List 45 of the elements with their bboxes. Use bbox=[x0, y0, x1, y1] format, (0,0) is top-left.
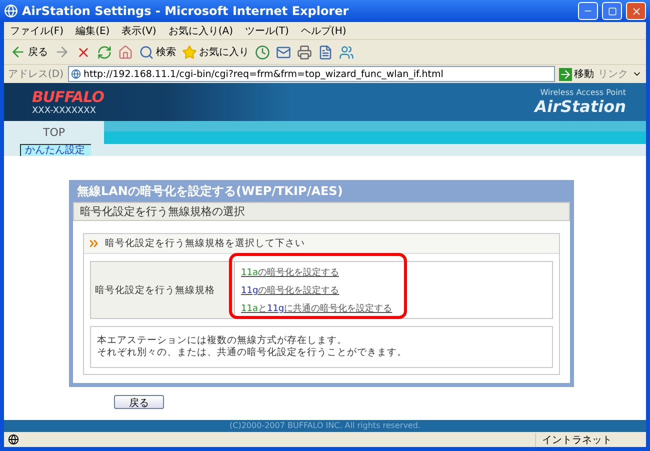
maximize-icon bbox=[608, 6, 616, 16]
close-icon bbox=[630, 6, 642, 16]
favorites-button[interactable]: お気に入り bbox=[182, 44, 249, 60]
page-icon bbox=[70, 69, 81, 79]
model-name: XXX-XXXXXXX bbox=[32, 106, 96, 116]
back-button[interactable]: 戻る bbox=[114, 395, 164, 409]
panel-title: 無線LANの暗号化を設定する(WEP/TKIP/AES) bbox=[73, 180, 570, 202]
menu-item[interactable]: ツール(T) bbox=[245, 24, 289, 38]
double-chevron-icon bbox=[90, 240, 99, 247]
search-icon bbox=[139, 44, 154, 60]
logo: BUFFALO bbox=[32, 88, 104, 106]
subnav-link[interactable]: かんたん設定 bbox=[20, 144, 91, 156]
app-icon bbox=[4, 4, 18, 18]
row-label: 暗号化設定を行う無線規格 bbox=[91, 262, 235, 318]
print-button[interactable] bbox=[297, 44, 312, 60]
zone-status: イントラネット bbox=[535, 432, 642, 446]
product-name: AirStation bbox=[534, 97, 626, 116]
tagline: Wireless Access Point bbox=[540, 88, 626, 97]
menu-item[interactable]: 表示(V) bbox=[122, 24, 156, 38]
address-field[interactable]: http://192.168.11.1/cgi-bin/cgi?req=frm&frm=top_wizard_func_wlan_if.html bbox=[68, 66, 555, 82]
messenger-button[interactable] bbox=[339, 44, 354, 60]
note-text: 本エアステーションには複数の無線方式が存在します。 それぞれ別々の、または、共通の暗号化設定を行うことができます。 bbox=[90, 326, 553, 368]
minimize-button[interactable] bbox=[578, 2, 598, 20]
mail-button[interactable] bbox=[276, 44, 291, 60]
menu-item[interactable]: 編集(E) bbox=[76, 24, 110, 38]
address-label: アドレス(D) bbox=[8, 68, 64, 81]
forward-button[interactable] bbox=[54, 44, 70, 60]
refresh-button[interactable] bbox=[97, 44, 112, 60]
menu-item[interactable]: ファイル(F) bbox=[10, 24, 64, 38]
close-button[interactable] bbox=[626, 2, 646, 20]
menu-item[interactable]: ヘルプ(H) bbox=[300, 24, 346, 38]
home-button[interactable] bbox=[118, 44, 133, 60]
star-icon bbox=[182, 44, 197, 60]
history-button[interactable] bbox=[255, 44, 270, 60]
page-icon bbox=[8, 434, 19, 445]
copyright-footer: (C)2000-2007 BUFFALO INC. All rights reserved. bbox=[4, 420, 646, 432]
instruction-text: 暗号化設定を行う無線規格を選択して下さい bbox=[105, 237, 305, 250]
back-button[interactable]: 戻る bbox=[10, 44, 48, 60]
menu-item[interactable]: お気に入り(A) bbox=[168, 24, 233, 38]
search-button[interactable]: 検索 bbox=[139, 44, 176, 60]
go-button[interactable]: 移動 bbox=[559, 67, 594, 81]
tab[interactable]: TOP bbox=[4, 121, 104, 144]
window-title: AirStation Settings - Microsoft Internet Explorer bbox=[22, 4, 350, 18]
section-heading: 暗号化設定を行う無線規格の選択 bbox=[73, 202, 570, 221]
maximize-button[interactable] bbox=[602, 2, 622, 20]
